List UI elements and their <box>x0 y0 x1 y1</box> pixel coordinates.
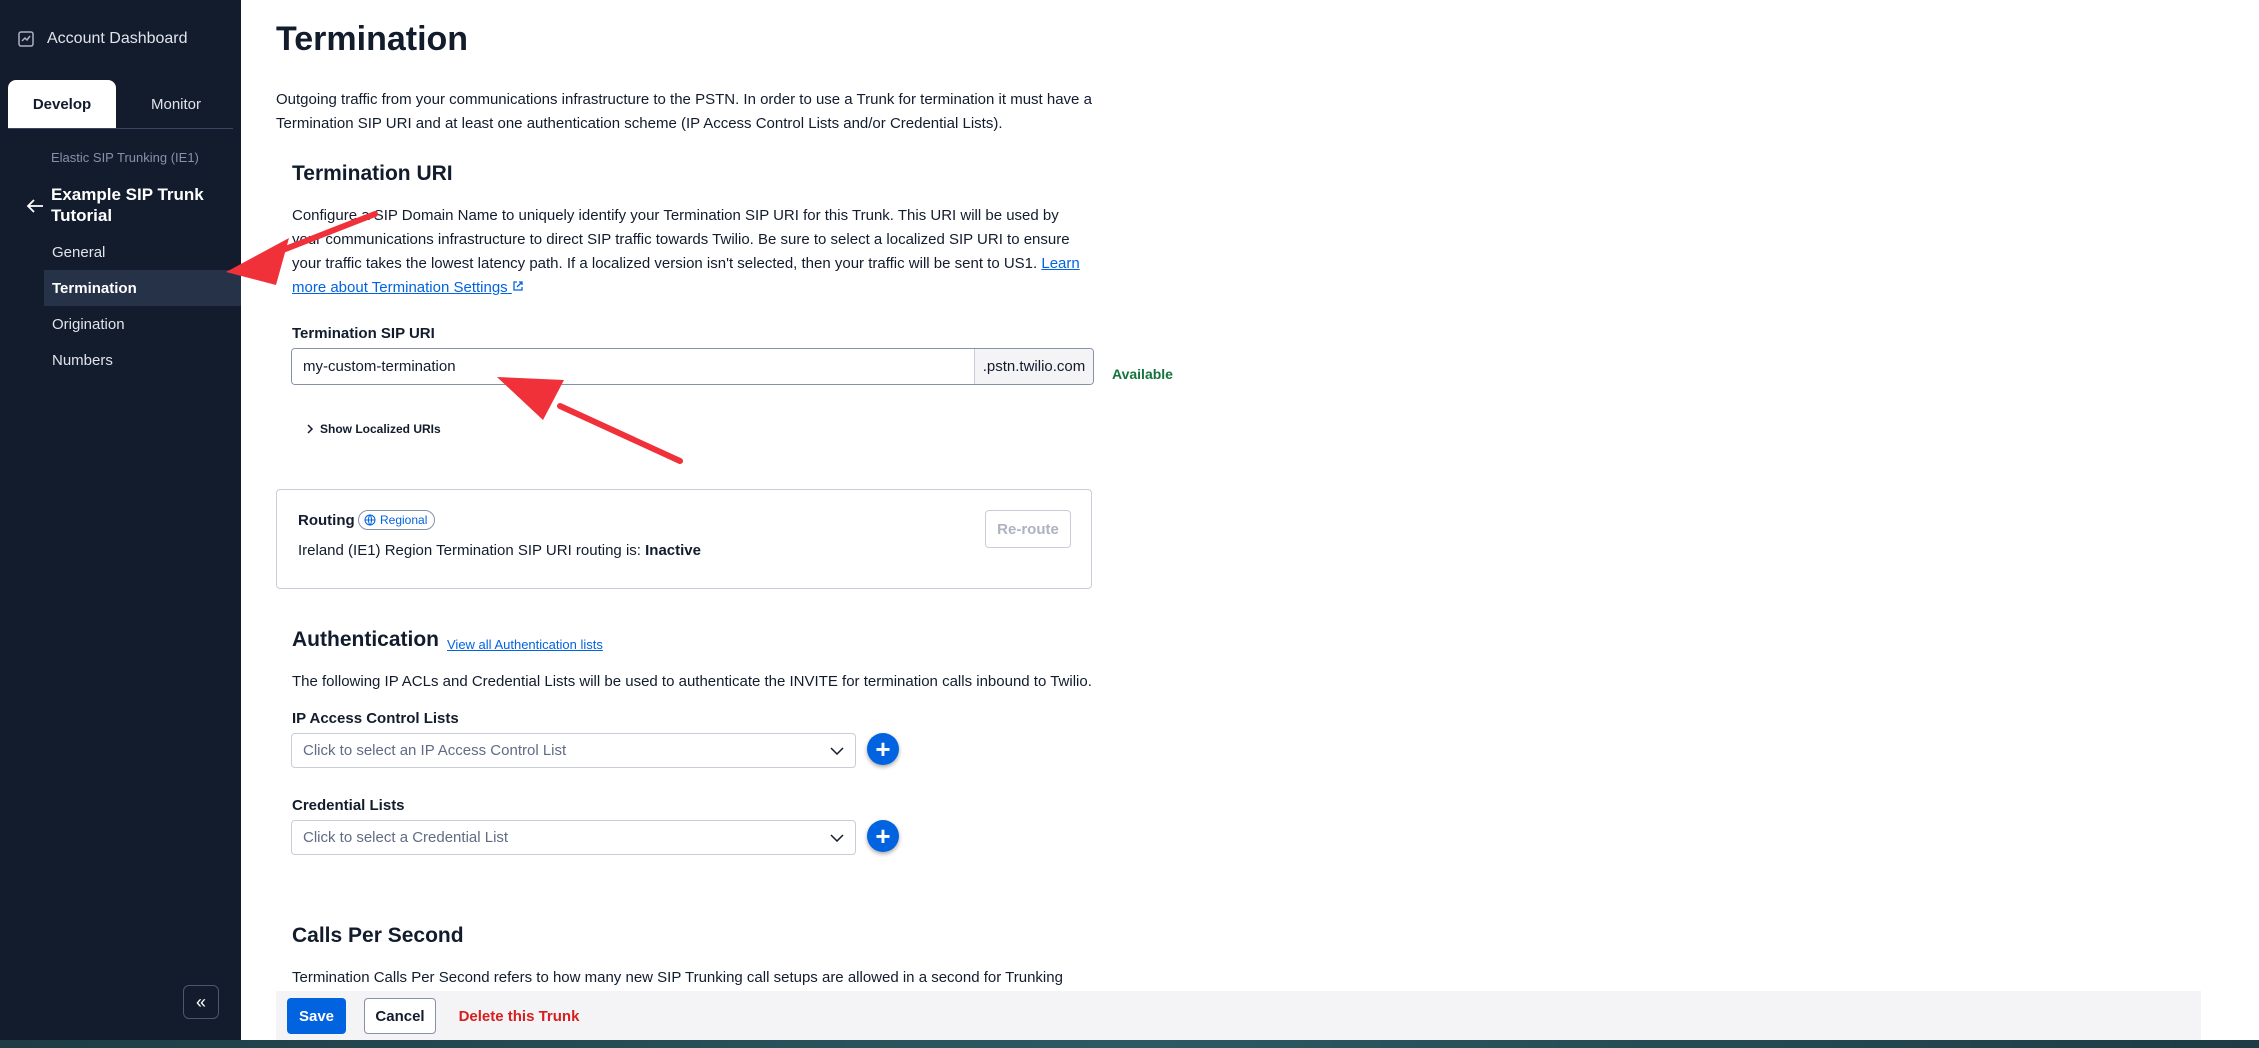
authentication-heading: Authentication <box>292 628 439 651</box>
plus-icon: + <box>875 734 891 764</box>
credential-list-select[interactable]: Click to select a Credential List <box>291 820 856 855</box>
desktop-background-strip <box>0 1040 2259 1048</box>
calls-per-second-heading: Calls Per Second <box>292 924 464 947</box>
globe-icon <box>364 514 376 526</box>
app-window: Account Dashboard Develop Monitor Elasti… <box>0 0 2259 1040</box>
uri-suffix: .pstn.twilio.com <box>974 349 1093 384</box>
chevrons-left-icon: « <box>195 991 206 1012</box>
sidebar-item-numbers[interactable]: Numbers <box>44 342 241 378</box>
ip-acl-label: IP Access Control Lists <box>292 710 459 727</box>
termination-uri-description-text: Configure a SIP Domain Name to uniquely … <box>292 207 1070 272</box>
sidebar: Account Dashboard Develop Monitor Elasti… <box>0 0 241 1040</box>
main-content: Termination Outgoing traffic from your c… <box>276 0 2201 1040</box>
save-button[interactable]: Save <box>287 998 346 1034</box>
routing-label: Routing <box>298 512 355 529</box>
show-localized-uris-toggle[interactable]: Show Localized URIs <box>306 422 441 436</box>
delete-trunk-button[interactable]: Delete this Trunk <box>454 998 584 1034</box>
termination-uri-heading: Termination URI <box>292 162 453 185</box>
regional-badge-label: Regional <box>380 513 428 527</box>
add-ip-acl-button[interactable]: + <box>867 733 899 765</box>
calls-per-second-description: Termination Calls Per Second refers to h… <box>292 969 1063 986</box>
ip-acl-select[interactable]: Click to select an IP Access Control Lis… <box>291 733 856 768</box>
account-dashboard-link[interactable]: Account Dashboard <box>17 30 188 48</box>
tab-develop[interactable]: Develop <box>8 80 116 128</box>
arrow-left-icon[interactable] <box>26 198 44 214</box>
sidebar-item-origination[interactable]: Origination <box>44 306 241 342</box>
authentication-description: The following IP ACLs and Credential Lis… <box>292 673 1092 690</box>
tab-monitor[interactable]: Monitor <box>121 80 231 128</box>
routing-status-prefix: Ireland (IE1) Region Termination SIP URI… <box>298 542 641 559</box>
chevron-down-icon <box>830 746 844 755</box>
page-intro: Outgoing traffic from your communication… <box>276 91 1092 132</box>
credential-lists-label: Credential Lists <box>292 797 405 814</box>
routing-status: Ireland (IE1) Region Termination SIP URI… <box>298 542 701 559</box>
chevron-right-icon <box>307 424 314 434</box>
external-link-icon <box>513 281 523 291</box>
regional-badge: Regional <box>358 510 436 530</box>
cancel-button[interactable]: Cancel <box>364 998 436 1034</box>
termination-sip-uri-input[interactable] <box>292 349 974 384</box>
trunk-name: Example SIP Trunk Tutorial <box>51 185 204 225</box>
sidebar-item-general[interactable]: General <box>44 234 241 270</box>
termination-uri-description: Configure a SIP Domain Name to uniquely … <box>292 204 1092 300</box>
account-dashboard-label: Account Dashboard <box>47 30 188 47</box>
page-title: Termination <box>276 20 469 58</box>
collapse-sidebar-button[interactable]: « <box>183 985 219 1019</box>
credential-list-placeholder: Click to select a Credential List <box>303 829 509 846</box>
reroute-button[interactable]: Re-route <box>985 510 1071 548</box>
ip-acl-placeholder: Click to select an IP Access Control Lis… <box>303 742 567 759</box>
chevron-down-icon <box>830 833 844 842</box>
breadcrumb[interactable]: Elastic SIP Trunking (IE1) <box>51 150 199 165</box>
show-localized-uris-label: Show Localized URIs <box>320 422 441 436</box>
sidebar-item-termination[interactable]: Termination <box>44 270 241 306</box>
availability-status: Available <box>1112 366 1173 382</box>
routing-card: Routing Regional Ireland (IE1) Region Te… <box>276 489 1092 589</box>
routing-status-value: Inactive <box>645 542 701 559</box>
sidebar-nav: General Termination Origination Numbers <box>44 234 241 378</box>
dashboard-icon <box>18 31 34 47</box>
plus-icon: + <box>875 821 891 851</box>
action-footer: Save Cancel Delete this Trunk <box>276 991 2201 1040</box>
termination-sip-uri-field: .pstn.twilio.com <box>291 348 1094 385</box>
view-all-authentication-link[interactable]: View all Authentication lists <box>447 633 603 657</box>
add-credential-list-button[interactable]: + <box>867 820 899 852</box>
termination-sip-uri-label: Termination SIP URI <box>292 325 435 342</box>
sidebar-tabs: Develop Monitor <box>8 80 233 129</box>
